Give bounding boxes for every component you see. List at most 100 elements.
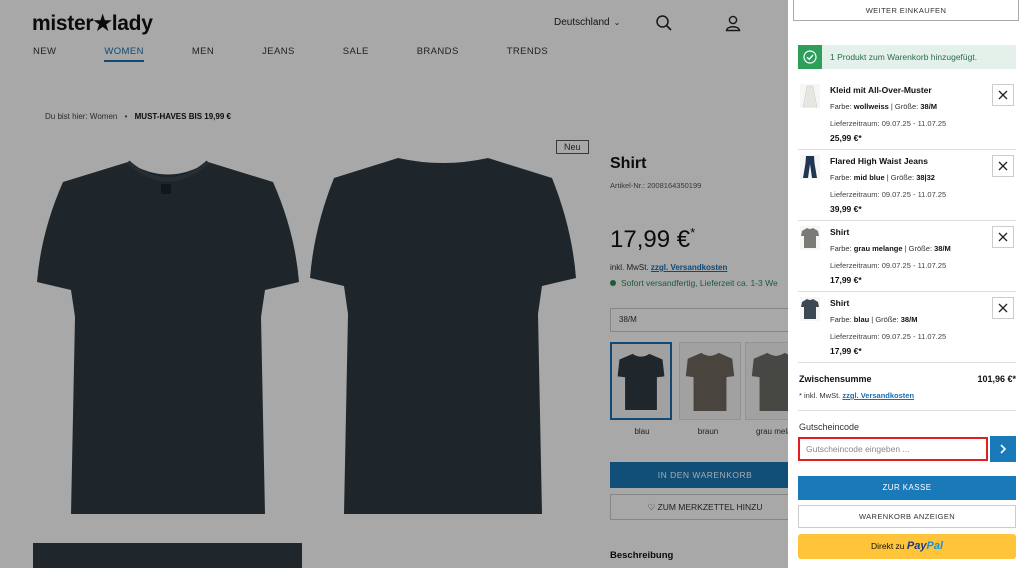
- item-price: 25,99 €*: [830, 133, 862, 143]
- shirt-thumbnail[interactable]: [800, 297, 820, 321]
- checkout-button[interactable]: ZUR KASSE: [798, 476, 1016, 500]
- delivery-label: Lieferzeitraum:: [830, 332, 880, 341]
- delivery-range: 09.07.25 - 11.07.25: [881, 261, 947, 270]
- vat-note: inkl. MwSt. zzgl. Versandkosten: [610, 263, 727, 272]
- remove-item-button[interactable]: [992, 84, 1014, 106]
- paypal-checkout-button[interactable]: Direkt zu PayPal: [798, 534, 1016, 559]
- notice-text: 1 Produkt zum Warenkorb hinzugefügt.: [830, 52, 978, 62]
- stock-dot-icon: [610, 280, 616, 286]
- chevron-down-icon: ⌄: [613, 18, 621, 27]
- close-icon: [998, 232, 1008, 242]
- view-cart-button[interactable]: WARENKORB ANZEIGEN: [798, 505, 1016, 528]
- remove-item-button[interactable]: [992, 297, 1014, 319]
- color-label: Farbe:: [830, 244, 852, 253]
- divider: [798, 410, 1016, 411]
- size-label: Größe:: [890, 173, 915, 182]
- shirt-icon: [685, 352, 735, 411]
- add-to-wishlist-button[interactable]: ♡ ZUM MERKZETTEL HINZU: [610, 494, 788, 520]
- item-attributes: Farbe: mid blue | Größe: 38|32: [830, 173, 935, 182]
- jeans-thumbnail[interactable]: [800, 155, 820, 179]
- product-image-thumbnail[interactable]: [33, 543, 302, 568]
- product-page: mister★lady Deutschland ⌄ NEW WOMEN MEN J…: [0, 0, 788, 568]
- chevron-right-icon: [1000, 444, 1007, 454]
- cart-item: Kleid mit All-Over-Muster Farbe: wollwei…: [798, 79, 1016, 150]
- item-size: 38|32: [916, 173, 935, 182]
- item-color: blau: [853, 315, 870, 324]
- paypal-logo-part1: Pay: [906, 540, 927, 552]
- country-label: Deutschland: [554, 17, 610, 28]
- nav-item-trends[interactable]: TRENDS: [507, 46, 548, 62]
- subtotal-label: Zwischensumme: [799, 374, 872, 384]
- description-heading[interactable]: Beschreibung: [610, 550, 673, 561]
- color-label: Farbe:: [830, 173, 852, 182]
- shipping-costs-link[interactable]: zzgl. Versandkosten: [651, 263, 727, 272]
- coupon-label: Gutscheincode: [799, 422, 860, 432]
- delivery-range: 09.07.25 - 11.07.25: [881, 119, 947, 128]
- dress-thumbnail[interactable]: [800, 84, 820, 108]
- breadcrumb-separator: •: [124, 112, 128, 121]
- breadcrumb-prefix: Du bist hier:: [45, 112, 88, 121]
- search-icon[interactable]: [655, 14, 673, 32]
- breadcrumb-current: MUST-HAVES BIS 19,99 €: [134, 112, 231, 121]
- shipping-costs-link[interactable]: zzgl. Versandkosten: [842, 391, 914, 400]
- variant-label-blau: blau: [634, 427, 650, 436]
- item-attributes: Farbe: blau | Größe: 38/M: [830, 315, 918, 324]
- delivery-range: 09.07.25 - 11.07.25: [881, 332, 947, 341]
- item-attributes: Farbe: grau melange | Größe: 38/M: [830, 244, 951, 253]
- item-size: 38/M: [920, 102, 938, 111]
- remove-item-button[interactable]: [992, 155, 1014, 177]
- user-icon[interactable]: [724, 14, 742, 32]
- cart-item: Flared High Waist Jeans Farbe: mid blue …: [798, 150, 1016, 221]
- breadcrumb-link-women[interactable]: Women: [90, 112, 117, 121]
- remove-item-button[interactable]: [992, 226, 1014, 248]
- delivery-label: Lieferzeitraum:: [830, 190, 880, 199]
- coupon-input[interactable]: [798, 437, 988, 461]
- item-delivery: Lieferzeitraum: 09.07.25 - 11.07.25: [830, 332, 946, 341]
- cart-drawer: WEITER EINKAUFEN 1 Produkt zum Warenkorb…: [788, 0, 1024, 568]
- item-price: 39,99 €*: [830, 204, 862, 214]
- nav-item-jeans[interactable]: JEANS: [262, 46, 295, 62]
- variant-swatch-braun[interactable]: [679, 342, 741, 420]
- product-image-back[interactable]: [308, 142, 578, 522]
- paypal-logo-part2: Pal: [926, 540, 943, 552]
- vat-text: inkl. MwSt.: [610, 263, 649, 272]
- size-select[interactable]: 38/M: [610, 308, 788, 332]
- new-badge: Neu: [556, 140, 589, 154]
- delivery-label: Lieferzeitraum:: [830, 119, 880, 128]
- item-name[interactable]: Shirt: [830, 298, 849, 308]
- variant-swatch-blau[interactable]: [610, 342, 672, 420]
- nav-item-new[interactable]: NEW: [33, 46, 56, 62]
- continue-shopping-button[interactable]: WEITER EINKAUFEN: [793, 0, 1019, 21]
- subtotal-vat-note: * inkl. MwSt. zzgl. Versandkosten: [799, 391, 914, 400]
- product-image-front[interactable]: [33, 142, 303, 522]
- item-price: 17,99 €*: [830, 275, 862, 285]
- apply-coupon-button[interactable]: [990, 436, 1016, 462]
- product-title: Shirt: [610, 155, 647, 172]
- item-name[interactable]: Kleid mit All-Over-Muster: [830, 85, 932, 95]
- nav-item-men[interactable]: MEN: [192, 46, 214, 62]
- site-logo[interactable]: mister★lady: [32, 11, 153, 36]
- item-delivery: Lieferzeitraum: 09.07.25 - 11.07.25: [830, 119, 946, 128]
- check-circle-icon: [798, 45, 822, 69]
- nav-item-women[interactable]: WOMEN: [104, 46, 144, 62]
- price-footnote-star: *: [690, 225, 696, 240]
- variant-label-braun: braun: [697, 427, 719, 436]
- wishlist-label: ZUM MERKZETTEL HINZU: [657, 502, 763, 512]
- item-name[interactable]: Flared High Waist Jeans: [830, 156, 928, 166]
- nav-item-brands[interactable]: BRANDS: [417, 46, 459, 62]
- shirt-thumbnail[interactable]: [800, 226, 820, 250]
- cart-items-list: Kleid mit All-Over-Muster Farbe: wollwei…: [798, 79, 1016, 363]
- stock-status: Sofort versandfertig, Lieferzeit ca. 1-3…: [610, 278, 778, 288]
- close-icon: [998, 90, 1008, 100]
- country-selector[interactable]: Deutschland ⌄: [554, 17, 620, 28]
- nav-item-sale[interactable]: SALE: [343, 46, 369, 62]
- close-icon: [998, 161, 1008, 171]
- main-nav: NEW WOMEN MEN JEANS SALE BRANDS TRENDS: [33, 46, 596, 62]
- variant-swatch-grau[interactable]: [745, 342, 788, 420]
- item-name[interactable]: Shirt: [830, 227, 849, 237]
- add-to-cart-button[interactable]: IN DEN WARENKORB: [610, 462, 788, 488]
- subtotal-row: Zwischensumme 101,96 €*: [799, 374, 1016, 384]
- item-color: wollweiss: [853, 102, 889, 111]
- shirt-icon: [751, 352, 788, 411]
- item-price: 17,99 €*: [830, 346, 862, 356]
